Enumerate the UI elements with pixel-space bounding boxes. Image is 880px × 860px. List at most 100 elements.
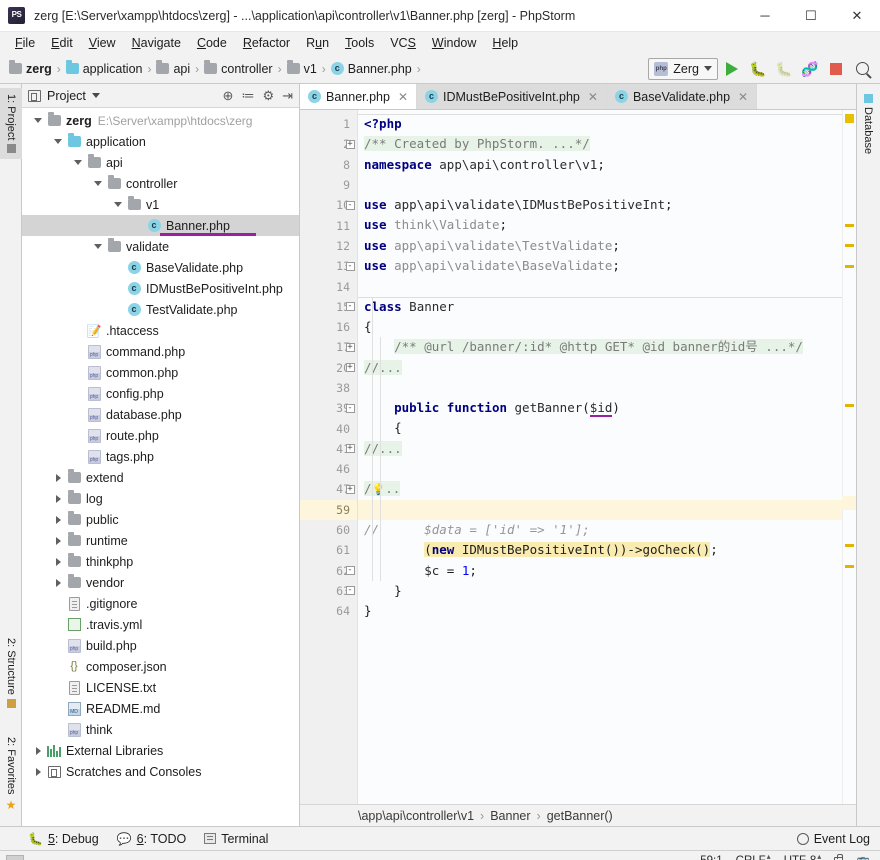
tree-item-database-php[interactable]: database.php [22,404,299,425]
editor-marker-bar[interactable] [842,110,856,804]
tree-item-license-txt[interactable]: LICENSE.txt [22,677,299,698]
minimize-button[interactable]: ─ [742,0,788,32]
breadcrumb-method[interactable]: getBanner() [547,809,613,823]
fold-expand-icon[interactable]: + [343,134,357,154]
menu-tools[interactable]: Tools [337,34,382,52]
tree-twisty[interactable] [30,118,46,123]
tree-item-basevalidate-php[interactable]: c BaseValidate.php [22,257,299,278]
breadcrumb-item-v1[interactable]: v1 [286,60,318,76]
settings-gear-icon[interactable]: ⚙ [262,89,274,102]
tool-button-todo[interactable]: 💬 6: TODO [117,832,187,846]
tree-item-config-php[interactable]: config.php [22,383,299,404]
menu-file[interactable]: File [7,34,43,52]
code-line-12[interactable]: use app\api\validate\TestValidate; [358,236,842,256]
encoding-selector[interactable]: UTF-8 ▴▾ [784,852,822,860]
tree-twisty[interactable] [30,767,46,776]
code-line-13[interactable]: use app\api\validate\BaseValidate; [358,256,842,276]
chevron-right-icon[interactable] [55,473,61,482]
fold-collapse-icon[interactable]: - [343,561,357,581]
menu-code[interactable]: Code [189,34,235,52]
search-everywhere-button[interactable] [850,57,874,81]
code-line-9[interactable] [358,175,842,195]
tree-item-validate[interactable]: validate [22,236,299,257]
tree-twisty[interactable] [50,473,66,482]
tree-twisty[interactable] [50,557,66,566]
code-line-38[interactable] [358,378,842,398]
tree-twisty[interactable] [50,515,66,524]
chevron-down-icon[interactable] [94,244,102,249]
code-line-11[interactable]: use think\Validate; [358,215,842,235]
tree-item-idmustbepositiveint-php[interactable]: c IDMustBePositiveInt.php [22,278,299,299]
fold-expand-icon[interactable]: + [343,479,357,499]
fold-collapse-icon[interactable]: - [343,581,357,601]
breadcrumb-class[interactable]: Banner [490,809,530,823]
tree-item-build-php[interactable]: build.php [22,635,299,656]
stop-profiling-button[interactable]: 🧬 [798,57,822,81]
run-coverage-button[interactable]: 🐛 [772,57,796,81]
chevron-right-icon[interactable] [55,494,61,503]
tree-item-testvalidate-php[interactable]: c TestValidate.php [22,299,299,320]
menu-vcs[interactable]: VCS [382,34,424,52]
editor-tab-idmustbepositiveint-php[interactable]: c IDMustBePositiveInt.php ✕ [417,84,607,109]
run-button[interactable] [720,57,744,81]
locate-icon[interactable]: ⊕ [223,89,234,102]
tree-item-log[interactable]: log [22,488,299,509]
tree-item-common-php[interactable]: common.php [22,362,299,383]
breadcrumb-item-controller[interactable]: controller [203,60,273,76]
editor-gutter[interactable]: 1289101112131415161720383940414647596061… [300,110,358,804]
hide-panel-icon[interactable]: ⇥ [282,89,293,102]
code-line-46[interactable] [358,459,842,479]
code-line-62[interactable]: $c = 1; [358,561,842,581]
fold-collapse-icon[interactable]: - [343,398,357,418]
code-line-20[interactable]: //... [358,358,842,378]
menu-view[interactable]: View [81,34,124,52]
chevron-right-icon[interactable] [55,536,61,545]
rail-tab-structure[interactable]: 2: Structure [0,632,22,714]
code-line-10[interactable]: use app\api\validate\IDMustBePositiveInt… [358,195,842,215]
debug-button[interactable]: 🐛 [746,57,770,81]
tool-button-terminal[interactable]: Terminal [204,832,268,846]
tree-item-route-php[interactable]: route.php [22,425,299,446]
rail-tab-favorites[interactable]: 2: Favorites ★ [0,731,22,818]
code-line-39[interactable]: public function getBanner($id) [358,398,842,418]
tree-item-vendor[interactable]: vendor [22,572,299,593]
close-button[interactable]: ✕ [834,0,880,32]
tree-item-travis-yml[interactable]: .travis.yml [22,614,299,635]
fold-expand-icon[interactable]: + [343,337,357,357]
breadcrumb-namespace[interactable]: \app\api\controller\v1 [358,809,474,823]
editor-tab-banner-php[interactable]: c Banner.php ✕ [300,84,418,109]
tree-item-gitignore[interactable]: .gitignore [22,593,299,614]
tree-item-scratches-and-consoles[interactable]: Scratches and Consoles [22,761,299,782]
code-line-14[interactable] [358,276,842,296]
tree-item-public[interactable]: public [22,509,299,530]
stop-button[interactable] [824,57,848,81]
chevron-down-icon[interactable] [34,118,42,123]
rail-tab-database[interactable]: Database [857,88,879,160]
chevron-down-icon[interactable] [114,202,122,207]
menu-navigate[interactable]: Navigate [124,34,189,52]
tree-twisty[interactable] [30,746,46,755]
code-line-64[interactable]: } [358,601,842,621]
tree-twisty[interactable] [50,536,66,545]
tree-item-v1[interactable]: v1 [22,194,299,215]
tree-item-controller[interactable]: controller [22,173,299,194]
tree-item-tags-php[interactable]: tags.php [22,446,299,467]
collapse-all-icon[interactable]: ≔ [241,89,254,102]
editor-tab-basevalidate-php[interactable]: c BaseValidate.php ✕ [606,84,758,109]
code-line-61[interactable]: (new IDMustBePositiveInt())->goCheck(); [358,540,842,560]
chevron-down-icon[interactable] [94,181,102,186]
tree-twisty[interactable] [70,160,86,165]
fold-markers-column[interactable]: + - - - + + - + + - - [343,114,357,621]
code-line-16[interactable]: { [358,317,842,337]
chevron-right-icon[interactable] [55,557,61,566]
tree-item-htaccess[interactable]: 📝 .htaccess [22,320,299,341]
inspections-icon[interactable]: 🚌 [856,855,870,860]
fold-collapse-icon[interactable]: - [343,297,357,317]
code-content[interactable]: <?php/** Created by PhpStorm. ...*/names… [358,110,842,804]
menu-edit[interactable]: Edit [43,34,81,52]
code-line-8[interactable]: namespace app\api\controller\v1; [358,155,842,175]
tree-item-composer-json[interactable]: {} composer.json [22,656,299,677]
code-line-47[interactable]: /💡.. [358,479,842,499]
breadcrumb-item-zerg[interactable]: zerg [8,60,53,76]
code-line-59[interactable] [358,499,842,520]
